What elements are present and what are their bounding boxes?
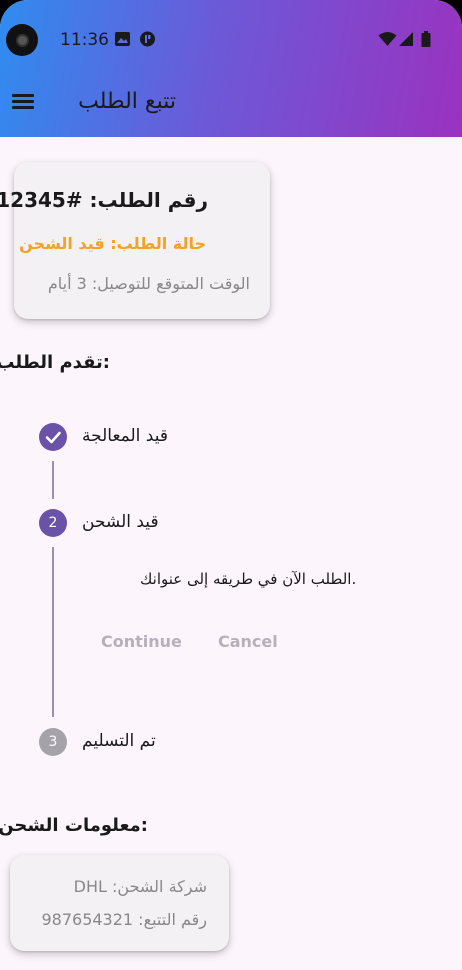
order-card: رقم الطلب: #12345 حالة الطلب: قيد الشحن … xyxy=(0,162,270,319)
gallery-notification-icon xyxy=(115,32,130,46)
step-2-badge[interactable]: 2 xyxy=(39,509,67,537)
order-eta: الوقت المتوقع للتوصيل: 3 أيام xyxy=(47,274,250,293)
step-1-check-icon[interactable] xyxy=(39,423,67,451)
continue-button[interactable]: Continue xyxy=(101,632,182,651)
shipping-section-title: :معلومات الشحن xyxy=(0,815,148,836)
battery-icon xyxy=(421,31,431,47)
shipping-company: شركة الشحن: DHL xyxy=(73,877,207,896)
step-1-label[interactable]: قيد المعالجة xyxy=(82,426,168,446)
menu-button[interactable] xyxy=(10,91,38,117)
step-2-label[interactable]: قيد الشحن xyxy=(82,512,159,532)
order-number: رقم الطلب: #12345 xyxy=(0,188,208,212)
wifi-icon xyxy=(378,32,397,46)
camera-cutout xyxy=(6,24,38,56)
shipping-card: شركة الشحن: DHL رقم التتبع: 987654321 xyxy=(10,855,229,951)
step-3-badge[interactable]: 3 xyxy=(39,728,67,756)
order-status: حالة الطلب: قيد الشحن xyxy=(19,234,206,253)
step-3-label[interactable]: تم التسليم xyxy=(82,731,156,751)
signal-icon xyxy=(399,32,413,46)
cancel-button[interactable]: Cancel xyxy=(218,632,278,651)
step-connector xyxy=(52,547,54,717)
status-bar: 11:36 xyxy=(0,22,462,58)
progress-section-title: :تقدم الطلب xyxy=(0,352,110,373)
hamburger-menu-icon xyxy=(12,94,34,97)
status-time: 11:36 xyxy=(60,30,109,50)
step-2-content: .الطلب الآن في طريقه إلى عنوانك xyxy=(140,570,357,588)
app-notification-icon xyxy=(140,31,155,47)
phone-screen: 11:36 تتبع الطلب رقم الطلب: #12345 حالة … xyxy=(0,0,462,970)
step-connector xyxy=(52,461,54,499)
app-bar: 11:36 تتبع الطلب xyxy=(0,0,462,137)
page-title: تتبع الطلب xyxy=(78,89,176,114)
tracking-number: رقم التتبع: 987654321 xyxy=(41,910,207,929)
